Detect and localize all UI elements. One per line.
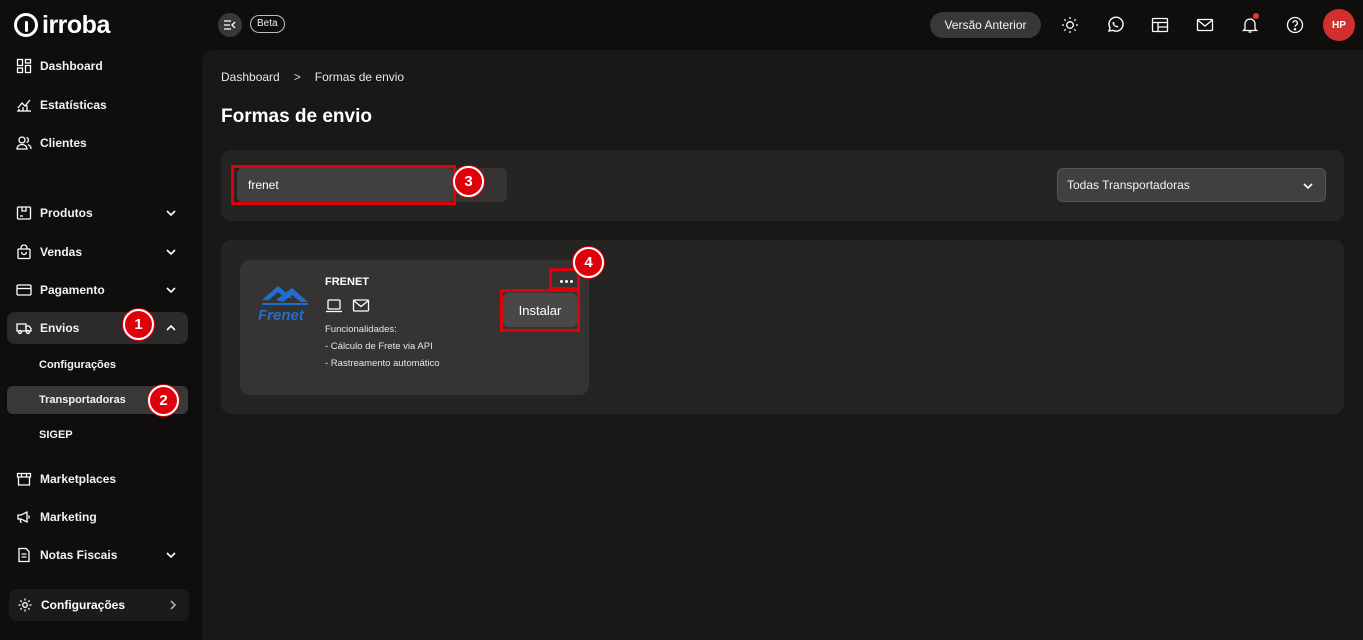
whatsapp-button[interactable]	[1105, 15, 1125, 35]
sidebar: irroba Dashboard Estatísticas Clientes P…	[0, 0, 200, 640]
sidebar-item-marketplaces[interactable]: Marketplaces	[7, 463, 188, 495]
store-icon	[16, 471, 32, 487]
install-button[interactable]: Instalar	[503, 293, 577, 327]
breadcrumb-dashboard[interactable]: Dashboard	[221, 70, 280, 84]
sidebar-configuracoes-button[interactable]: Configurações	[9, 589, 189, 621]
beta-badge: Beta	[250, 15, 285, 33]
breadcrumb-current: Formas de envio	[314, 70, 405, 84]
sun-icon	[1062, 17, 1078, 33]
sidebar-item-dashboard[interactable]: Dashboard	[7, 50, 188, 82]
collapse-sidebar-button[interactable]	[218, 13, 242, 37]
more-dot-icon	[559, 279, 563, 283]
document-icon	[16, 547, 32, 563]
sidebar-subitem-configuracoes[interactable]: Configurações	[7, 351, 188, 379]
users-icon	[16, 135, 32, 151]
chart-icon	[16, 97, 32, 113]
sidebar-item-vendas[interactable]: Vendas	[7, 236, 188, 268]
sidebar-item-label: Clientes	[40, 136, 87, 150]
features-title: Funcionalidades:	[325, 324, 397, 335]
sidebar-item-label: Marketing	[40, 510, 97, 524]
chevron-down-icon	[166, 552, 176, 559]
main-panel: Dashboard > Formas de envio Formas de en…	[202, 50, 1363, 640]
help-icon	[1286, 16, 1304, 34]
carrier-filter-select[interactable]: Todas Transportadoras	[1057, 168, 1326, 202]
breadcrumb-separator: >	[293, 70, 301, 84]
chevron-down-icon	[166, 249, 176, 256]
laptop-icon	[326, 299, 342, 313]
sidebar-subitem-sigep[interactable]: SIGEP	[7, 421, 188, 449]
sidebar-item-produtos[interactable]: Produtos	[7, 197, 188, 229]
feature-item: - Rastreamento automático	[325, 358, 440, 369]
sidebar-item-label: Dashboard	[40, 59, 103, 73]
messages-button[interactable]	[1195, 15, 1215, 35]
theme-toggle-button[interactable]	[1060, 15, 1080, 35]
sidebar-item-marketing[interactable]: Marketing	[7, 501, 188, 533]
chevron-down-icon	[166, 210, 176, 217]
breadcrumb: Dashboard > Formas de envio	[221, 70, 404, 84]
carrier-card-frenet: Frenet FRENET Funcionalidades: - Cálculo…	[240, 260, 589, 395]
notification-dot	[1253, 13, 1259, 19]
sidebar-item-label: Envios	[40, 321, 80, 335]
dashboard-icon	[16, 58, 32, 74]
card-icon	[16, 282, 32, 298]
sidebar-item-label: Pagamento	[40, 283, 105, 297]
sidebar-item-label: Notas Fiscais	[40, 548, 118, 562]
step-badge-4: 4	[573, 247, 604, 278]
sidebar-item-notas-fiscais[interactable]: Notas Fiscais	[7, 539, 188, 571]
collapse-menu-icon	[224, 20, 236, 30]
frenet-logo: Frenet	[258, 286, 308, 324]
sidebar-item-label: Produtos	[40, 206, 93, 220]
truck-icon	[16, 320, 32, 336]
step-badge-1: 1	[123, 309, 154, 340]
sidebar-item-label: Estatísticas	[40, 98, 107, 112]
step-badge-3: 3	[453, 166, 484, 197]
mail-icon	[352, 299, 370, 312]
sidebar-item-label: Marketplaces	[40, 472, 117, 486]
megaphone-icon	[16, 509, 32, 525]
sidebar-item-pagamento[interactable]: Pagamento	[7, 274, 188, 306]
whatsapp-icon	[1107, 16, 1124, 32]
layout-icon	[1151, 17, 1169, 33]
user-avatar[interactable]: HP	[1323, 9, 1355, 41]
chevron-down-icon	[166, 287, 176, 294]
more-dot-icon	[564, 279, 568, 283]
sidebar-item-label: Vendas	[40, 245, 83, 259]
chevron-down-icon	[1303, 183, 1313, 190]
chevron-right-icon	[170, 600, 177, 610]
more-dot-icon	[569, 279, 573, 283]
chevron-up-icon	[166, 324, 176, 331]
bag-icon	[16, 244, 32, 260]
irroba-logo[interactable]: irroba	[14, 10, 110, 40]
carrier-filter-value: Todas Transportadoras	[1067, 178, 1190, 192]
logo-text: irroba	[42, 10, 110, 39]
page-title: Formas de envio	[221, 106, 372, 127]
results-card: Frenet FRENET Funcionalidades: - Cálculo…	[221, 240, 1344, 414]
frenet-logo-text: Frenet	[258, 307, 305, 324]
notifications-button[interactable]	[1240, 13, 1260, 35]
more-options-button[interactable]	[556, 274, 576, 288]
feature-item: - Cálculo de Frete via API	[325, 341, 433, 352]
gear-icon	[18, 598, 32, 612]
sidebar-item-envios[interactable]: Envios	[7, 312, 188, 344]
sidebar-configuracoes-label: Configurações	[41, 598, 126, 612]
carrier-name: FRENET	[325, 276, 369, 288]
help-button[interactable]	[1285, 15, 1305, 35]
filter-card: Todas Transportadoras	[221, 150, 1344, 221]
step-badge-2: 2	[148, 385, 179, 416]
versao-anterior-button[interactable]: Versão Anterior	[930, 12, 1041, 38]
search-input[interactable]	[237, 168, 453, 202]
sidebar-item-estatisticas[interactable]: Estatísticas	[7, 89, 188, 121]
logo-mark-icon	[14, 13, 38, 37]
sidebar-item-clientes[interactable]: Clientes	[7, 127, 188, 159]
mail-icon	[1196, 18, 1214, 32]
box-icon	[16, 205, 32, 221]
layout-button[interactable]	[1150, 15, 1170, 35]
carrier-channels	[325, 298, 370, 314]
